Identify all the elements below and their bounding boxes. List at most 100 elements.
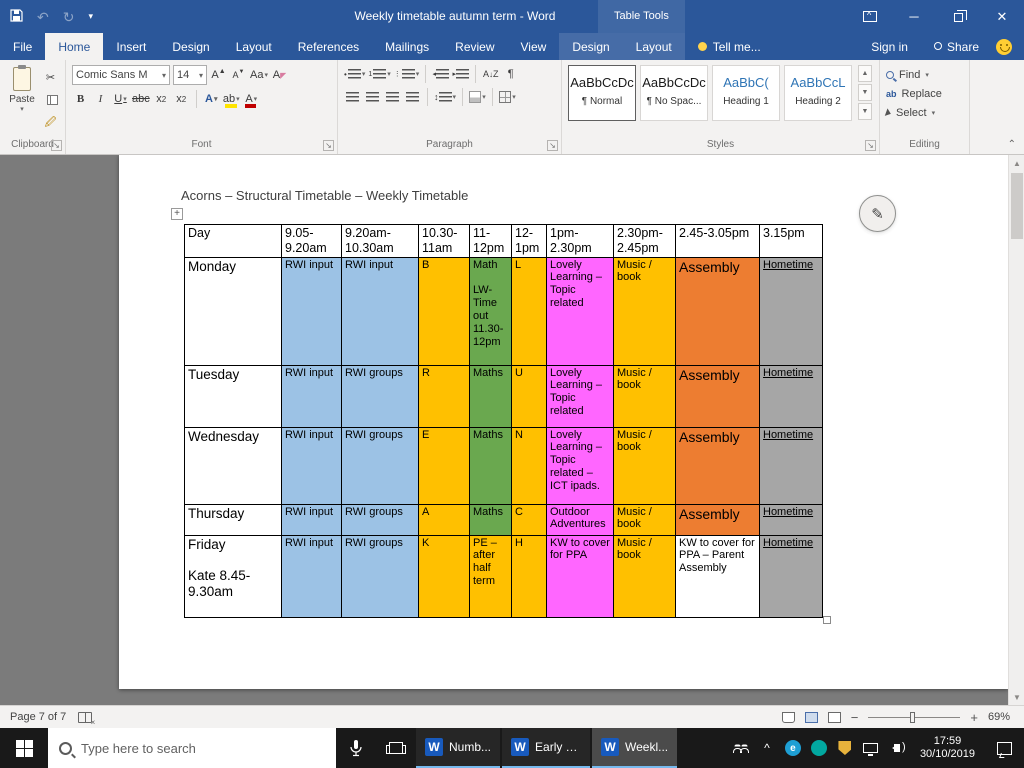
decrease-indent-icon[interactable]: ◂ <box>432 65 450 83</box>
show-formatting-icon[interactable]: ¶ <box>502 65 519 83</box>
tab-review[interactable]: Review <box>442 33 507 60</box>
timetable-cell[interactable]: Maths <box>469 503 512 536</box>
style-card-no-spac[interactable]: AaBbCcDc ¶ No Spac... <box>640 65 708 121</box>
security-tray-icon[interactable] <box>832 728 858 768</box>
timetable-header-cell[interactable]: 2.45-3.05pm <box>675 224 760 258</box>
cut-icon[interactable]: ✂ <box>42 68 59 86</box>
change-case-icon[interactable]: Aa ▾ <box>250 66 268 84</box>
styles-dialog-launcher[interactable]: ↘ <box>865 140 876 151</box>
edge-tray-icon[interactable]: e <box>780 728 806 768</box>
paste-button[interactable]: Paste ▾ <box>6 65 38 132</box>
pen-tools-button[interactable]: ✎ <box>859 195 896 232</box>
shrink-font-icon[interactable]: A ▼ <box>230 66 247 84</box>
align-right-icon[interactable] <box>384 88 401 106</box>
align-left-icon[interactable] <box>344 88 361 106</box>
strikethrough-button[interactable]: abc <box>132 90 150 108</box>
scrollbar-thumb[interactable] <box>1011 173 1023 239</box>
timetable-cell[interactable]: RWI input <box>281 256 342 366</box>
action-center-button[interactable] <box>997 741 1012 755</box>
zoom-in-button[interactable]: + <box>970 711 978 724</box>
tab-layout[interactable]: Layout <box>223 33 285 60</box>
taskbar-window-numb[interactable]: W Numb... <box>416 728 501 768</box>
timetable-cell[interactable]: Lovely Learning – Topic related – ICT ip… <box>546 426 614 505</box>
timetable-cell[interactable]: B <box>418 256 470 366</box>
grow-font-icon[interactable]: A ▲ <box>210 66 227 84</box>
teams-tray-icon[interactable] <box>806 728 832 768</box>
feedback-smiley-icon[interactable] <box>996 38 1012 55</box>
select-button[interactable]: Select ▾ <box>884 103 963 122</box>
timetable-cell[interactable]: Outdoor Adventures <box>546 503 614 536</box>
tab-tabletools-layout[interactable]: Layout <box>623 33 685 60</box>
timetable-cell[interactable]: RWI groups <box>341 364 419 428</box>
vertical-scrollbar[interactable]: ▲ ▼ <box>1008 155 1024 705</box>
tab-insert[interactable]: Insert <box>103 33 159 60</box>
timetable-cell[interactable]: Music / book <box>613 256 676 366</box>
undo-icon[interactable]: ↶ <box>37 10 49 24</box>
close-button[interactable]: ✕ <box>980 0 1024 33</box>
timetable-header-cell[interactable]: 2.30pm-2.45pm <box>613 224 676 258</box>
timetable-cell[interactable]: Music / book <box>613 534 676 618</box>
timetable-cell[interactable]: L <box>511 256 547 366</box>
italic-button[interactable]: I <box>92 90 109 108</box>
style-card-heading-2[interactable]: AaBbCcL Heading 2 <box>784 65 852 121</box>
subscript-button[interactable]: x2 <box>153 90 170 108</box>
timetable-cell[interactable]: Hometime <box>759 503 823 536</box>
align-center-icon[interactable] <box>364 88 381 106</box>
timetable-cell[interactable]: Hometime <box>759 534 823 618</box>
tab-view[interactable]: View <box>508 33 560 60</box>
timetable-cell[interactable]: R <box>418 364 470 428</box>
timetable-cell[interactable]: U <box>511 364 547 428</box>
tab-file[interactable]: File <box>0 33 45 60</box>
style-card-heading-1[interactable]: AaBbC(Heading 1 <box>712 65 780 121</box>
timetable-cell[interactable]: Hometime <box>759 364 823 428</box>
zoom-slider[interactable] <box>868 711 961 723</box>
styles-scroll-down-icon[interactable]: ▼ <box>858 84 872 101</box>
font-name-combo[interactable]: Comic Sans M ▾ <box>72 65 170 85</box>
timetable-cell[interactable]: Monday <box>184 256 282 366</box>
timetable-cell[interactable]: Hometime <box>759 426 823 505</box>
find-button[interactable]: Find ▾ <box>886 65 963 84</box>
tab-tabletools-design[interactable]: Design <box>559 33 622 60</box>
styles-more-icon[interactable]: ▼ <box>858 103 872 120</box>
timetable-cell[interactable]: RWI input <box>341 256 419 366</box>
dictation-mic-button[interactable] <box>336 728 376 768</box>
timetable-header-cell[interactable]: 9.20am-10.30am <box>341 224 419 258</box>
timetable-cell[interactable]: RWI groups <box>341 503 419 536</box>
timetable-cell[interactable]: PE – after half term <box>469 534 512 618</box>
timetable-cell[interactable]: Lovely Learning – Topic related <box>546 256 614 366</box>
timetable-cell[interactable]: Music / book <box>613 426 676 505</box>
scroll-down-icon[interactable]: ▼ <box>1009 689 1024 705</box>
sign-in-link[interactable]: Sign in <box>858 33 921 60</box>
sort-icon[interactable]: A ↓ Z <box>482 65 499 83</box>
collapse-ribbon-icon[interactable]: ⌃ <box>1008 139 1016 150</box>
timetable-header-cell[interactable]: 1pm-2.30pm <box>546 224 614 258</box>
format-painter-icon[interactable]: 🖉 <box>42 114 59 132</box>
timetable-cell[interactable]: N <box>511 426 547 505</box>
tell-me-box[interactable]: Tell me... <box>685 33 774 60</box>
qat-customize-icon[interactable]: ▾ <box>88 12 93 21</box>
tab-references[interactable]: References <box>285 33 372 60</box>
timetable-cell[interactable]: RWI groups <box>341 426 419 505</box>
borders-icon[interactable]: ▾ <box>499 88 516 106</box>
timetable-cell[interactable]: Maths <box>469 364 512 428</box>
increase-indent-icon[interactable]: ▸ <box>452 65 470 83</box>
highlight-color-icon[interactable]: ab ▾ <box>223 90 240 108</box>
hidden-icons-chevron[interactable]: ^ <box>754 728 780 768</box>
redo-icon[interactable]: ↻ <box>63 10 75 24</box>
scroll-up-icon[interactable]: ▲ <box>1009 155 1024 171</box>
bold-button[interactable]: B <box>72 90 89 108</box>
font-color-icon[interactable]: A ▾ <box>243 90 260 108</box>
timetable-cell[interactable]: H <box>511 534 547 618</box>
proofing-status-icon[interactable] <box>78 711 95 727</box>
zoom-out-button[interactable]: − <box>851 711 859 724</box>
timetable-cell[interactable]: Assembly <box>675 364 760 428</box>
timetable-cell[interactable]: Maths <box>469 426 512 505</box>
timetable-cell[interactable]: Assembly <box>675 503 760 536</box>
save-icon[interactable] <box>10 9 23 24</box>
restore-button[interactable] <box>936 0 980 33</box>
timetable-cell[interactable]: C <box>511 503 547 536</box>
document-page[interactable]: Acorns – Structural Timetable – Weekly T… <box>119 155 1008 689</box>
volume-tray-icon[interactable] <box>884 728 910 768</box>
timetable-cell[interactable]: Music / book <box>613 503 676 536</box>
paragraph-dialog-launcher[interactable]: ↘ <box>547 140 558 151</box>
